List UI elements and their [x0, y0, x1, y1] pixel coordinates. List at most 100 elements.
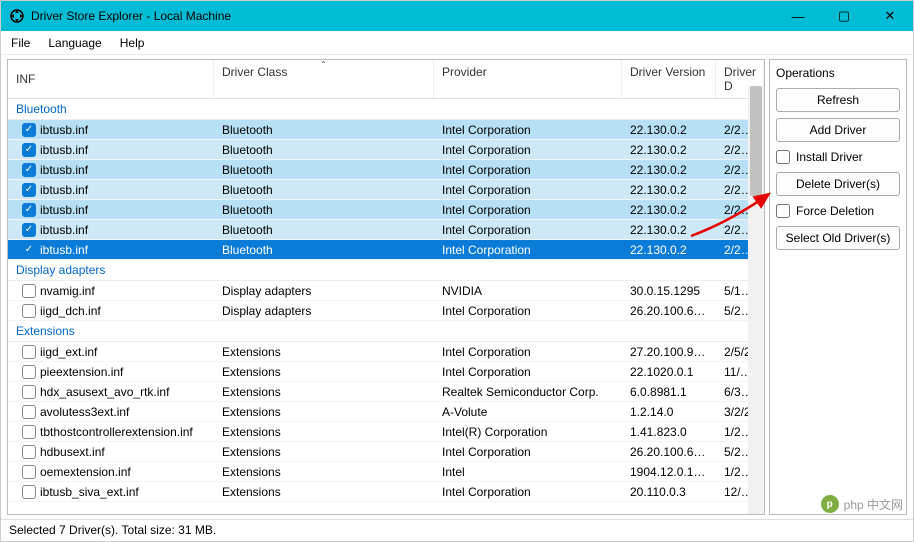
window-title: Driver Store Explorer - Local Machine	[31, 9, 775, 23]
table-row[interactable]: iigd_dch.infDisplay adaptersIntel Corpor…	[8, 301, 764, 321]
row-checkbox[interactable]	[22, 304, 36, 318]
column-provider[interactable]: Provider	[434, 60, 622, 98]
row-checkbox[interactable]	[22, 385, 36, 399]
group-bluetooth[interactable]: Bluetooth	[8, 99, 764, 120]
cell-inf: iigd_ext.inf	[40, 345, 97, 359]
cell-inf: ibtusb.inf	[40, 143, 88, 157]
row-checkbox[interactable]	[22, 445, 36, 459]
cell-provider: Intel Corporation	[434, 143, 622, 157]
group-display-adapters[interactable]: Display adapters	[8, 260, 764, 281]
cell-provider: Intel Corporation	[434, 365, 622, 379]
cell-inf: avolutess3ext.inf	[40, 405, 129, 419]
row-checkbox[interactable]	[22, 405, 36, 419]
cell-version: 27.20.100.9268	[622, 345, 716, 359]
force-deletion-checkbox[interactable]: Force Deletion	[776, 202, 900, 220]
table-row[interactable]: ibtusb.infBluetoothIntel Corporation22.1…	[8, 120, 764, 140]
column-version[interactable]: Driver Version	[622, 60, 716, 98]
row-checkbox[interactable]	[22, 485, 36, 499]
row-checkbox[interactable]	[22, 163, 36, 177]
cell-class: Bluetooth	[214, 243, 434, 257]
table-body: Bluetoothibtusb.infBluetoothIntel Corpor…	[8, 99, 764, 514]
table-row[interactable]: oemextension.infExtensionsIntel1904.12.0…	[8, 462, 764, 482]
cell-provider: Intel Corporation	[434, 203, 622, 217]
cell-version: 22.130.0.2	[622, 183, 716, 197]
cell-class: Extensions	[214, 465, 434, 479]
table-row[interactable]: pieextension.infExtensionsIntel Corporat…	[8, 362, 764, 382]
cell-class: Display adapters	[214, 284, 434, 298]
menu-bar: File Language Help	[1, 31, 913, 55]
cell-class: Bluetooth	[214, 163, 434, 177]
table-row[interactable]: ibtusb.inf BluetoothIntel Corporation22.1…	[8, 200, 764, 220]
row-checkbox[interactable]	[22, 365, 36, 379]
group-extensions[interactable]: Extensions	[8, 321, 764, 342]
row-checkbox[interactable]	[22, 465, 36, 479]
row-checkbox[interactable]	[22, 203, 36, 217]
table-row[interactable]: ibtusb.infBluetoothIntel Corporation22.1…	[8, 180, 764, 200]
table-row[interactable]: hdbusext.infExtensionsIntel Corporation2…	[8, 442, 764, 462]
cell-inf: ibtusb.inf	[40, 183, 88, 197]
install-driver-checkbox[interactable]: Install Driver	[776, 148, 900, 166]
menu-file[interactable]: File	[11, 36, 30, 50]
cell-class: Extensions	[214, 485, 434, 499]
window-controls: — ▢ ✕	[775, 1, 913, 31]
row-checkbox[interactable]	[22, 143, 36, 157]
cell-version: 26.20.100.6911	[622, 304, 716, 318]
cell-version: 22.130.0.2	[622, 223, 716, 237]
cell-provider: Intel Corporation	[434, 123, 622, 137]
table-row[interactable]: ibtusb.inf BluetoothIntel Corporation22.1…	[8, 140, 764, 160]
cell-version: 26.20.100.6911	[622, 445, 716, 459]
column-driver-class[interactable]: ⌃ Driver Class	[214, 60, 434, 98]
cell-provider: Intel	[434, 465, 622, 479]
cell-version: 20.110.0.3	[622, 485, 716, 499]
cell-class: Extensions	[214, 425, 434, 439]
cell-version: 22.130.0.2	[622, 163, 716, 177]
table-row[interactable]: ibtusb.infBluetoothIntel Corporation22.1…	[8, 220, 764, 240]
cell-class: Bluetooth	[214, 203, 434, 217]
cell-version: 22.130.0.2	[622, 203, 716, 217]
table-row[interactable]: ibtusb.infBluetoothIntel Corporation22.1…	[8, 160, 764, 180]
cell-provider: Intel Corporation	[434, 345, 622, 359]
close-button[interactable]: ✕	[867, 1, 913, 31]
table-row[interactable]: ibtusb_siva_ext.infExtensionsIntel Corpo…	[8, 482, 764, 502]
cell-class: Bluetooth	[214, 223, 434, 237]
minimize-button[interactable]: —	[775, 1, 821, 31]
row-checkbox[interactable]	[22, 345, 36, 359]
select-old-drivers-button[interactable]: Select Old Driver(s)	[776, 226, 900, 250]
table-row[interactable]: nvamig.infDisplay adaptersNVIDIA30.0.15.…	[8, 281, 764, 301]
row-checkbox[interactable]	[22, 284, 36, 298]
refresh-button[interactable]: Refresh	[776, 88, 900, 112]
row-checkbox[interactable]	[22, 183, 36, 197]
row-checkbox[interactable]	[22, 425, 36, 439]
row-checkbox[interactable]	[22, 123, 36, 137]
table-header: INF ⌃ Driver Class Provider Driver Versi…	[8, 60, 764, 99]
force-deletion-check[interactable]	[776, 204, 790, 218]
table-row[interactable]: ibtusb.infBluetoothIntel Corporation22.1…	[8, 240, 764, 260]
cell-class: Extensions	[214, 385, 434, 399]
cell-class: Bluetooth	[214, 143, 434, 157]
cell-inf: ibtusb.inf	[40, 203, 88, 217]
app-icon	[9, 8, 25, 24]
scrollbar-thumb[interactable]	[750, 86, 762, 196]
menu-help[interactable]: Help	[120, 36, 145, 50]
table-row[interactable]: hdx_asusext_avo_rtk.infExtensionsRealtek…	[8, 382, 764, 402]
cell-class: Extensions	[214, 345, 434, 359]
table-row[interactable]: iigd_ext.inf ExtensionsIntel Corporation2…	[8, 342, 764, 362]
table-row[interactable]: avolutess3ext.infExtensionsA-Volute1.2.1…	[8, 402, 764, 422]
column-inf[interactable]: INF	[8, 60, 214, 98]
vertical-scrollbar[interactable]	[748, 86, 764, 514]
delete-drivers-button[interactable]: Delete Driver(s)	[776, 172, 900, 196]
add-driver-button[interactable]: Add Driver	[776, 118, 900, 142]
row-checkbox[interactable]	[22, 243, 36, 257]
row-checkbox[interactable]	[22, 223, 36, 237]
maximize-button[interactable]: ▢	[821, 1, 867, 31]
cell-inf: ibtusb.inf	[40, 223, 88, 237]
menu-language[interactable]: Language	[48, 36, 101, 50]
status-bar: Selected 7 Driver(s). Total size: 31 MB.	[1, 519, 913, 541]
cell-inf: oemextension.inf	[40, 465, 131, 479]
table-row[interactable]: tbthostcontrollerextension.infExtensions…	[8, 422, 764, 442]
cell-class: Bluetooth	[214, 183, 434, 197]
cell-version: 22.130.0.2	[622, 143, 716, 157]
sort-ascending-icon: ⌃	[320, 60, 327, 69]
install-driver-check[interactable]	[776, 150, 790, 164]
operations-title: Operations	[776, 66, 900, 80]
